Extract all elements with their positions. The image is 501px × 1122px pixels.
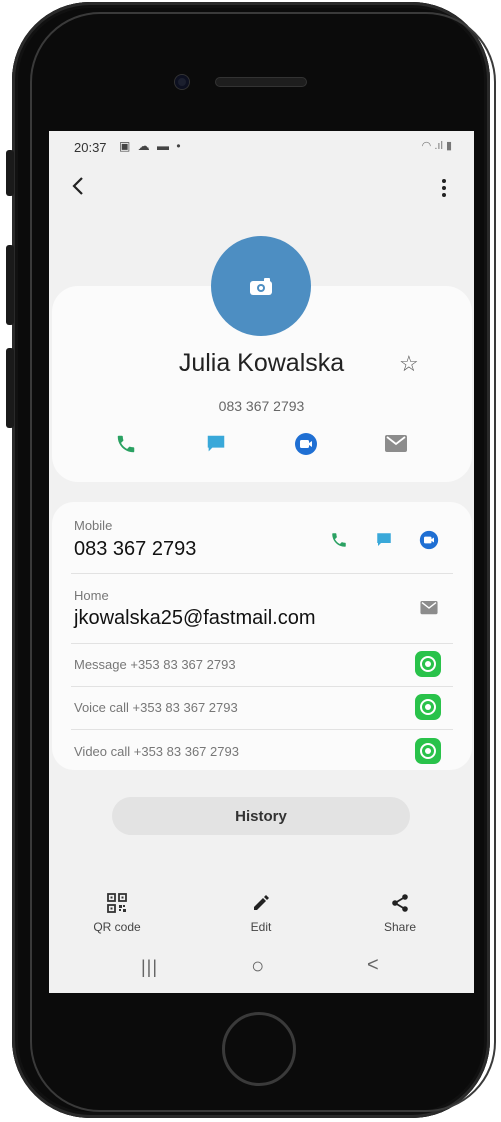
notification-icons: ▣ ☁ ▬ • xyxy=(119,139,183,153)
home-label: Home xyxy=(74,588,109,603)
quick-actions xyxy=(49,431,474,461)
recents-icon[interactable]: ||| xyxy=(141,957,158,978)
whatsapp-video-call-label[interactable]: Video call +353 83 367 2793 xyxy=(74,744,239,759)
edit-icon xyxy=(216,891,306,915)
call-icon[interactable] xyxy=(113,431,139,457)
edit-button[interactable]: Edit xyxy=(216,891,306,934)
divider xyxy=(71,729,453,730)
status-time: 20:37 xyxy=(74,140,107,155)
back-arrow-icon[interactable] xyxy=(71,176,85,202)
video-icon[interactable] xyxy=(293,431,319,457)
call-icon[interactable] xyxy=(326,527,352,553)
share-button[interactable]: Share xyxy=(355,891,445,934)
whatsapp-voice-call-label[interactable]: Voice call +353 83 367 2793 xyxy=(74,700,238,715)
home-button[interactable] xyxy=(222,1012,296,1086)
qr-code-button[interactable]: QR code xyxy=(72,891,162,934)
system-navigation-bar: ||| ○ < xyxy=(49,953,474,987)
qr-code-label: QR code xyxy=(93,920,141,934)
message-icon[interactable] xyxy=(371,527,397,553)
divider xyxy=(71,686,453,687)
phone-screen: 20:37 ▣ ☁ ▬ • ◠ .ıl ▮ Julia Kowalska ☆ 0… xyxy=(49,131,474,993)
edit-label: Edit xyxy=(250,920,272,934)
share-label: Share xyxy=(383,920,417,934)
divider xyxy=(71,573,453,574)
more-options-icon[interactable] xyxy=(442,179,446,200)
video-icon[interactable] xyxy=(416,527,442,553)
system-status-icons: ◠ .ıl ▮ xyxy=(421,140,452,152)
email-icon[interactable] xyxy=(383,431,409,457)
volume-up-button xyxy=(6,245,14,325)
camera-icon xyxy=(250,278,272,295)
bottom-action-bar: QR code Edit Share xyxy=(49,891,474,941)
contact-number: 083 367 2793 xyxy=(218,398,305,414)
nav-back-icon[interactable]: < xyxy=(367,954,379,977)
qr-code-icon xyxy=(72,891,162,915)
star-icon[interactable]: ☆ xyxy=(399,351,419,377)
mobile-number[interactable]: 083 367 2793 xyxy=(74,538,196,561)
email-address[interactable]: jkowalska25@fastmail.com xyxy=(74,607,316,630)
front-camera xyxy=(175,75,189,89)
mute-switch xyxy=(6,150,14,196)
message-icon[interactable] xyxy=(203,431,229,457)
avatar[interactable] xyxy=(211,236,311,336)
mobile-label: Mobile xyxy=(74,518,113,533)
status-bar: 20:37 ▣ ☁ ▬ • ◠ .ıl ▮ xyxy=(49,131,474,161)
history-button[interactable]: History xyxy=(112,797,410,835)
earpiece-speaker xyxy=(215,77,307,87)
whatsapp-icon[interactable] xyxy=(415,694,441,720)
share-icon xyxy=(355,891,445,915)
volume-down-button xyxy=(6,348,14,428)
home-icon[interactable]: ○ xyxy=(251,953,264,979)
whatsapp-message-label[interactable]: Message +353 83 367 2793 xyxy=(74,657,236,672)
whatsapp-icon[interactable] xyxy=(415,738,441,764)
whatsapp-icon[interactable] xyxy=(415,651,441,677)
divider xyxy=(71,643,453,644)
email-icon[interactable] xyxy=(416,595,442,621)
